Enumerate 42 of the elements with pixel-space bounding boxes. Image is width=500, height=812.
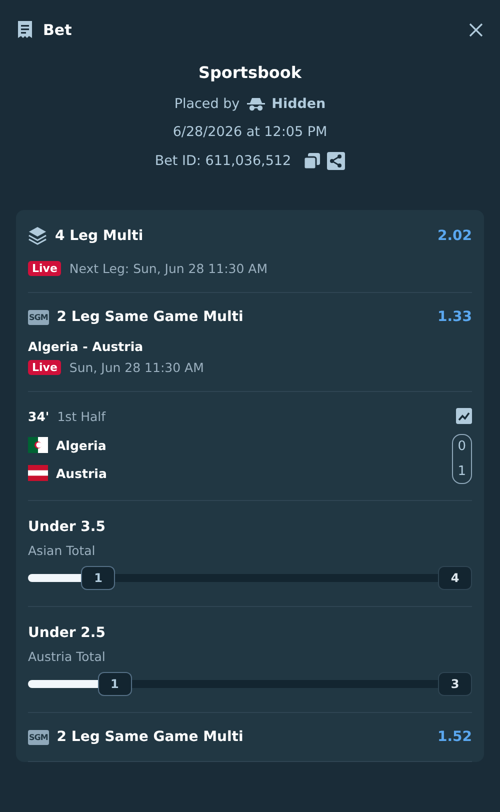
close-icon[interactable] <box>468 22 484 38</box>
target-count: 4 <box>438 566 472 590</box>
flag-icon <box>28 465 48 481</box>
sgm-icon: SGM <box>28 310 49 324</box>
multi-title: 2 Leg Same Game Multi <box>56 309 244 325</box>
odds: 2.02 <box>437 228 472 244</box>
market-name: Austria Total <box>28 649 106 664</box>
bet-source: Sportsbook <box>198 63 302 82</box>
selection-title: Under 3.5 <box>28 519 106 535</box>
layers-icon <box>28 226 47 245</box>
next-leg-time: Next Leg: Sun, Jun 28 11:30 AM <box>69 261 268 276</box>
market-name: Asian Total <box>28 543 96 558</box>
stats-icon[interactable] <box>456 408 472 424</box>
multi-title: 2 Leg Same Game Multi <box>56 729 244 745</box>
placed-by-name: Hidden <box>272 96 326 112</box>
match-time: Sun, Jun 28 11:30 AM <box>69 360 204 375</box>
odds: 1.52 <box>437 729 472 745</box>
placed-by-label: Placed by <box>174 96 240 112</box>
multi-title: 4 Leg Multi <box>55 228 144 244</box>
incognito-icon <box>246 97 266 111</box>
live-badge: Live <box>28 261 62 276</box>
placed-date: 6/28/2026 at 12:05 PM <box>172 124 328 140</box>
team-name: Austria <box>56 466 107 480</box>
current-count: 1 <box>98 672 132 696</box>
match-minute: 34' <box>28 408 50 424</box>
team-score: 1 <box>458 464 466 479</box>
copy-icon[interactable] <box>303 152 322 170</box>
match-period: 1st Half <box>57 408 106 424</box>
team-score: 0 <box>458 439 466 454</box>
live-badge: Live <box>28 360 62 375</box>
odds: 1.33 <box>437 309 472 325</box>
selection-title: Under 2.5 <box>28 625 106 641</box>
bet-id: Bet ID: 611,036,512 <box>154 153 292 169</box>
share-icon[interactable] <box>327 152 346 170</box>
current-count: 1 <box>81 566 116 590</box>
flag-icon <box>28 437 48 453</box>
dialog-title: Bet <box>43 21 72 39</box>
receipt-icon <box>16 20 34 40</box>
team-name: Algeria <box>56 438 106 452</box>
match-name: Algeria - Austria <box>28 339 144 354</box>
target-count: 3 <box>438 672 472 696</box>
sgm-icon: SGM <box>28 730 49 744</box>
